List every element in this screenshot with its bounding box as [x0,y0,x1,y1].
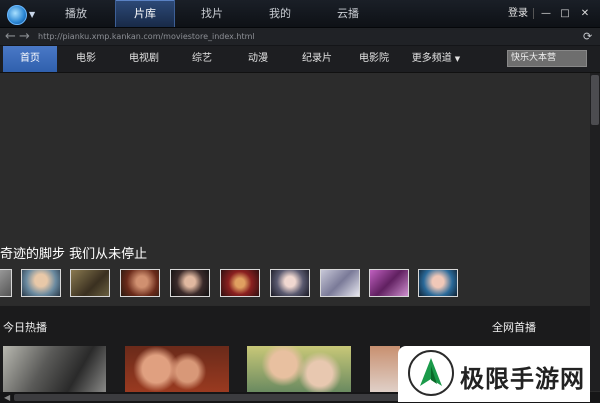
category-anime[interactable]: 动漫 [238,46,278,72]
watermark: 极限手游网 [398,346,590,402]
banner-slogan: 奇迹的脚步 我们从未停止 [0,247,148,262]
menu-caret-icon[interactable]: ▼ [29,10,35,19]
tab-play[interactable]: 播放 [52,0,100,27]
login-link[interactable]: 登录 [508,0,528,27]
thumbnail[interactable] [369,269,409,297]
thumbnail[interactable] [170,269,210,297]
thumbnail[interactable] [0,269,12,297]
category-bar: 首页 电影 电视剧 综艺 动漫 纪录片 电影院 更多频道 ▼ [0,46,600,73]
address-bar: ← → http://pianku.xmp.kankan.com/moviest… [0,28,600,46]
poster[interactable] [247,346,351,392]
watermark-logo-icon [408,350,454,396]
divider [533,8,534,19]
scroll-left-arrow-icon[interactable]: ◀ [4,392,10,403]
thumbnail[interactable] [320,269,360,297]
search-input[interactable] [507,50,587,67]
category-variety[interactable]: 综艺 [182,46,222,72]
thumbnail[interactable] [418,269,458,297]
category-more[interactable]: 更多频道 ▼ [406,46,466,72]
maximize-button[interactable]: □ [557,0,573,27]
chevron-down-icon: ▼ [454,55,461,63]
category-documentary[interactable]: 纪录片 [295,46,339,72]
poster[interactable] [125,346,229,392]
watermark-logo-svg [420,358,442,386]
minimize-button[interactable]: — [538,0,554,27]
category-home[interactable]: 首页 [3,46,57,72]
vertical-scrollbar[interactable] [590,73,600,391]
back-arrow-icon[interactable]: ← [5,29,16,44]
poster[interactable] [370,346,400,392]
category-cinema[interactable]: 电影院 [352,46,396,72]
thumbnail[interactable] [21,269,61,297]
tab-cloud[interactable]: 云播 [324,0,372,27]
category-more-label: 更多频道 [411,53,452,64]
section-title-hot[interactable]: 今日热播 [3,319,47,335]
url-text[interactable]: http://pianku.xmp.kankan.com/moviestore_… [38,28,255,45]
section-title-premiere[interactable]: 全网首播 [492,319,536,335]
thumbnail[interactable] [220,269,260,297]
tab-library[interactable]: 片库 [115,0,175,27]
close-button[interactable]: ✕ [577,0,593,27]
thumbnail[interactable] [70,269,110,297]
scroll-thumb[interactable] [591,75,599,125]
tab-mine[interactable]: 我的 [256,0,304,27]
category-tv[interactable]: 电视剧 [122,46,166,72]
title-bar: ▼ 播放 片库 找片 我的 云播 登录 — □ ✕ [0,0,600,28]
tab-find[interactable]: 找片 [188,0,236,27]
app-logo-icon[interactable] [7,5,27,25]
thumbnail[interactable] [270,269,310,297]
watermark-text: 极限手游网 [460,365,585,393]
forward-arrow-icon[interactable]: → [19,29,30,44]
category-movie[interactable]: 电影 [66,46,106,72]
thumbnail[interactable] [120,269,160,297]
poster[interactable] [3,346,106,392]
refresh-icon[interactable]: ⟳ [583,29,592,44]
